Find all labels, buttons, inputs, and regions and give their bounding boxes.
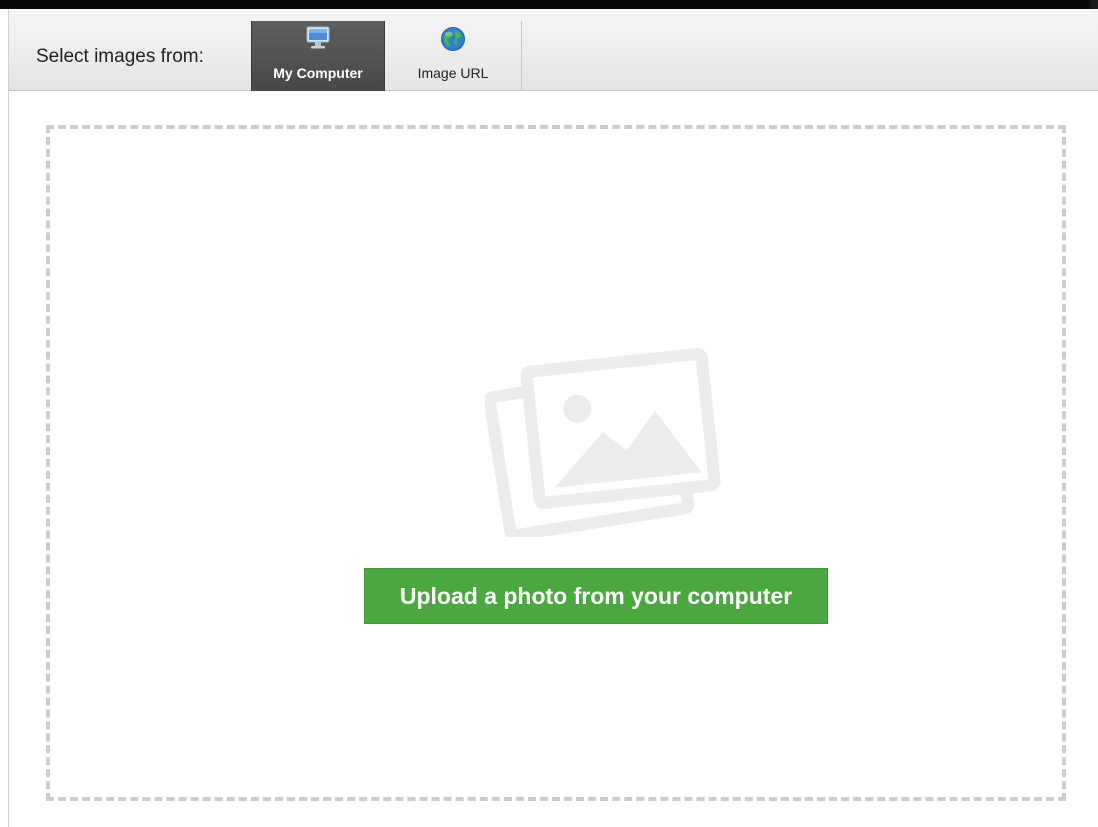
- window-top-bar: [0, 0, 1098, 14]
- toolbar-label: Select images from:: [36, 46, 204, 67]
- tab-my-computer-label: My Computer: [273, 65, 363, 81]
- image-upload-dialog: Select images from: My Computer Image UR…: [8, 9, 1098, 827]
- source-toolbar: Select images from: My Computer Image UR…: [9, 9, 1098, 91]
- tab-my-computer[interactable]: My Computer: [251, 21, 385, 91]
- globe-icon: [440, 26, 466, 57]
- upload-from-computer-button[interactable]: Upload a photo from your computer: [364, 568, 828, 624]
- tab-image-url[interactable]: Image URL: [385, 21, 522, 91]
- upload-dropzone[interactable]: Upload a photo from your computer: [46, 125, 1066, 801]
- monitor-icon: [305, 26, 331, 55]
- tab-image-url-label: Image URL: [417, 65, 489, 81]
- photo-placeholder-icon: [483, 342, 725, 542]
